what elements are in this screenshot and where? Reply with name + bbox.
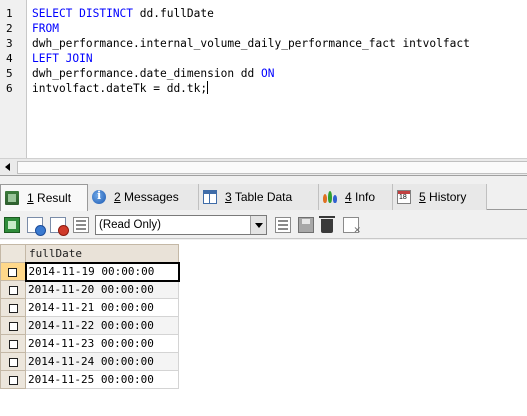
tab-number: 1 — [27, 191, 34, 205]
code-line: LEFT JOIN — [32, 51, 470, 66]
tab-number: 2 — [114, 190, 121, 204]
code-line: SELECT DISTINCT dd.fullDate — [32, 6, 470, 21]
sql-text: intvolfact.dateTk = dd.tk; — [32, 82, 208, 95]
tab-number: 4 — [345, 190, 352, 204]
code-line: dwh_performance.date_dimension dd ON — [32, 66, 470, 81]
table-cell[interactable]: 2014-11-21 00:00:00 — [25, 298, 179, 317]
row-select-checkbox[interactable] — [0, 280, 26, 299]
tab-label: Messages — [124, 190, 179, 204]
table-cell[interactable]: 2014-11-19 00:00:00 — [24, 261, 180, 282]
line-number: 1 — [6, 7, 13, 20]
tab-label: Info — [355, 190, 376, 204]
sql-editor[interactable]: 1 2 3 4 5 6 SELECT DISTINCT dd.fullDate … — [0, 0, 527, 176]
result-tabs: 1 Result 2 Messages 3 Table Data 4 Info … — [0, 184, 527, 211]
table-row[interactable]: 2014-11-19 00:00:00 — [0, 261, 180, 282]
tab-history[interactable]: 5 History — [393, 184, 487, 210]
table-cell[interactable]: 2014-11-25 00:00:00 — [25, 370, 179, 389]
tab-number: 5 — [419, 190, 426, 204]
tab-label: History — [429, 190, 467, 204]
column-header[interactable]: fullDate — [25, 244, 179, 263]
cancel-changes-icon[interactable] — [343, 217, 361, 236]
result-table: fullDate 2014-11-19 00:00:00 2014-11-20 … — [0, 244, 180, 389]
table-row[interactable]: 2014-11-25 00:00:00 — [0, 370, 179, 389]
export-red-icon[interactable] — [50, 217, 69, 236]
sql-keyword: ON — [261, 67, 275, 80]
tab-table-data[interactable]: 3 Table Data — [199, 184, 319, 210]
text-caret — [207, 81, 209, 94]
sql-text: dd.fullDate — [139, 7, 214, 20]
delete-trash-icon[interactable] — [319, 216, 335, 233]
history-calendar-icon — [397, 190, 411, 204]
table-row[interactable]: 2014-11-21 00:00:00 — [0, 298, 179, 317]
grid-corner[interactable] — [0, 244, 26, 263]
code-line: FROM — [32, 21, 470, 36]
line-number: 2 — [6, 22, 13, 35]
table-data-icon — [203, 190, 217, 204]
code-line: dwh_performance.internal_volume_daily_pe… — [32, 36, 470, 51]
table-cell[interactable]: 2014-11-23 00:00:00 — [25, 334, 179, 353]
chevron-down-icon[interactable] — [250, 216, 266, 234]
result-grid-icon — [5, 191, 19, 205]
tab-messages[interactable]: 2 Messages — [88, 184, 199, 210]
row-select-checkbox[interactable] — [0, 334, 26, 353]
result-toolbar: (Read Only) — [0, 211, 527, 239]
sql-keyword: SELECT DISTINCT — [32, 7, 140, 20]
tab-label: Table Data — [234, 190, 293, 204]
line-number: 5 — [6, 67, 13, 80]
scroll-left-arrow-icon[interactable] — [2, 161, 15, 174]
line-number: 3 — [6, 37, 13, 50]
horizontal-scrollbar[interactable] — [0, 158, 527, 175]
result-grid: fullDate 2014-11-19 00:00:00 2014-11-20 … — [0, 240, 527, 416]
code-area[interactable]: SELECT DISTINCT dd.fullDate FROM dwh_per… — [32, 6, 470, 96]
table-row[interactable]: 2014-11-23 00:00:00 — [0, 334, 179, 353]
tab-result[interactable]: 1 Result — [0, 184, 88, 211]
info-icon — [323, 190, 337, 204]
read-only-select[interactable]: (Read Only) — [95, 215, 267, 235]
copy-records-icon[interactable] — [73, 217, 89, 233]
sql-text: dwh_performance.date_dimension dd — [32, 67, 262, 80]
sql-keyword: FROM — [32, 22, 59, 35]
table-cell[interactable]: 2014-11-22 00:00:00 — [25, 316, 179, 335]
tab-number: 3 — [225, 190, 232, 204]
table-row[interactable]: 2014-11-24 00:00:00 — [0, 352, 179, 371]
tab-info[interactable]: 4 Info — [319, 184, 393, 210]
table-cell[interactable]: 2014-11-20 00:00:00 — [25, 280, 179, 299]
row-select-checkbox[interactable] — [0, 352, 26, 371]
line-number: 6 — [6, 82, 13, 95]
row-select-checkbox[interactable] — [0, 262, 26, 281]
row-select-checkbox[interactable] — [0, 370, 26, 389]
add-row-icon[interactable] — [275, 217, 291, 233]
tab-label: Result — [37, 191, 72, 205]
table-cell[interactable]: 2014-11-24 00:00:00 — [25, 352, 179, 371]
line-number-gutter: 1 2 3 4 5 6 — [0, 0, 27, 158]
sql-keyword: LEFT JOIN — [32, 52, 93, 65]
table-row[interactable]: 2014-11-20 00:00:00 — [0, 280, 179, 299]
scrollbar-thumb[interactable] — [17, 161, 527, 174]
export-doc-icon[interactable] — [27, 217, 46, 236]
row-select-checkbox[interactable] — [0, 298, 26, 317]
code-line: intvolfact.dateTk = dd.tk; — [32, 81, 470, 96]
export-grid-icon[interactable] — [4, 217, 20, 233]
line-number: 4 — [6, 52, 13, 65]
messages-info-icon — [92, 189, 106, 204]
sql-text: dwh_performance.internal_volume_daily_pe… — [32, 37, 470, 50]
select-value: (Read Only) — [99, 219, 161, 231]
table-row[interactable]: 2014-11-22 00:00:00 — [0, 316, 179, 335]
save-disk-icon[interactable] — [298, 217, 314, 233]
row-select-checkbox[interactable] — [0, 316, 26, 335]
